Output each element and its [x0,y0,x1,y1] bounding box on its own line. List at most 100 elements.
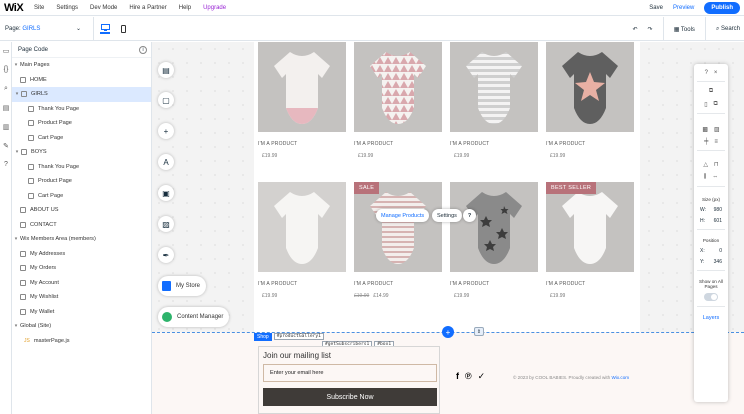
product-image[interactable]: BEST SELLER [546,182,634,272]
product-image[interactable] [450,42,538,132]
page-item-home[interactable]: HOME [12,73,151,88]
product-image[interactable] [450,182,538,272]
member-page-wallet[interactable]: My Wallet [12,305,151,320]
height-field[interactable]: H: 601 [694,218,728,224]
page-item-thank-you[interactable]: Thank You Page [12,102,151,117]
menu-site[interactable]: Site [34,5,44,11]
page-item-cart[interactable]: Cart Page [12,189,151,204]
drag-handle[interactable]: ⇕ [474,327,484,336]
page-item-thank-you[interactable]: Thank You Page [12,160,151,175]
product-image[interactable] [354,42,442,132]
main-pages-section[interactable]: ▾ Main Pages [12,58,151,73]
pinterest-icon[interactable]: ℗ [465,371,472,382]
pages-icon[interactable]: ▤ [158,62,174,78]
settings-button[interactable]: Settings [432,209,462,222]
height-value[interactable]: 601 [714,218,722,224]
files-icon[interactable]: ▥ [0,123,12,137]
file-master-page[interactable]: JS masterPage.js [12,334,151,349]
preview-button[interactable]: Preview [673,5,694,11]
mobile-icon[interactable] [118,24,128,34]
product-image[interactable] [258,182,346,272]
page-item-about[interactable]: ABOUT US [12,203,151,218]
product-image[interactable] [546,42,634,132]
page-icon[interactable]: ▭ [0,47,12,61]
blog-icon[interactable]: ✒ [158,247,174,263]
menu-upgrade[interactable]: Upgrade [203,5,226,11]
member-page-wishlist[interactable]: My Wishlist [12,290,151,305]
page-item-boys[interactable]: ▾ BOYS [12,145,151,160]
product-image[interactable] [258,42,346,132]
page-item-contact[interactable]: CONTACT [12,218,151,233]
match-width-icon[interactable]: △ [703,161,708,168]
editor-canvas[interactable]: I'M A PRODUCT £19.99 I'M A PRODUCT £19.9… [152,42,744,414]
duplicate-icon[interactable]: ⧉ [714,101,718,108]
save-button[interactable]: Save [649,5,663,11]
members-section[interactable]: ▾ Wix Members Area (members) [12,232,151,247]
undo-icon[interactable]: ↶ [633,26,638,33]
member-page-orders[interactable]: My Orders [12,261,151,276]
member-page-addresses[interactable]: My Addresses [12,247,151,262]
distribute-icon[interactable]: ≡ [714,139,718,145]
help-icon[interactable]: ? [0,161,12,175]
product-card[interactable]: I'M A PRODUCT £19.99 [450,42,538,159]
page-item-cart[interactable]: Cart Page [12,131,151,146]
shop-tag[interactable]: Shop [254,332,272,341]
search-icon[interactable]: ⌕ [0,85,12,99]
wix-logo[interactable]: WiX [4,2,28,14]
product-card[interactable]: BEST SELLER I'M A PRODUCT £19.99 [546,182,634,299]
code-icon[interactable]: {} [0,66,12,80]
tools-button[interactable]: ▦ Tools [674,26,695,33]
page-selector[interactable]: Page: GIRLS ⌄ [5,25,81,33]
desktop-icon[interactable] [100,24,110,34]
tools-icon[interactable]: ✎ [0,142,12,156]
show-all-pages-toggle[interactable] [704,293,718,301]
product-image[interactable]: SALE [354,182,442,272]
publish-button[interactable]: Publish [704,2,740,14]
width-value[interactable]: 980 [714,207,722,213]
menu-settings[interactable]: Settings [56,5,78,11]
space-horizontal-icon[interactable]: ⫼ [704,174,707,181]
help-icon[interactable]: ? [705,70,708,76]
app-market-icon[interactable]: ▣ [158,185,174,201]
layers-button[interactable]: Layers [694,315,728,321]
site-footer[interactable] [152,332,744,414]
add-section-button[interactable]: + [442,326,454,338]
search-button[interactable]: ⌕ Search [716,26,740,33]
my-store-button[interactable]: My Store [158,276,207,296]
menu-dev-mode[interactable]: Dev Mode [90,5,117,11]
menu-hire-partner[interactable]: Hire a Partner [129,5,166,11]
theme-icon[interactable]: A [158,154,174,170]
copy-icon[interactable]: ⧉ [709,88,713,95]
menu-help[interactable]: Help [179,5,191,11]
product-card[interactable]: I'M A PRODUCT £19.99 [450,182,538,299]
wix-link[interactable]: Wix.com [611,375,629,380]
manage-products-button[interactable]: Manage Products [376,209,430,222]
add-icon[interactable]: + [158,123,174,139]
page-item-girls[interactable]: ▾ GIRLS [12,87,151,102]
y-field[interactable]: Y: 346 [694,259,728,265]
x-value[interactable]: 0 [719,248,722,254]
content-manager-button[interactable]: Content Manager [158,307,230,327]
page-item-product[interactable]: Product Page [12,174,151,189]
product-card[interactable]: I'M A PRODUCT £19.99 [258,182,346,299]
product-card[interactable]: SALE I'M A PRODUCT £19.99 £14.99 [354,182,442,299]
close-icon[interactable]: × [714,70,718,76]
y-value[interactable]: 346 [714,259,722,265]
info-icon[interactable]: i [139,45,147,54]
product-card[interactable]: I'M A PRODUCT £19.99 [258,42,346,159]
space-vertical-icon[interactable]: ⇔ [712,174,718,181]
redo-icon[interactable]: ↷ [648,26,653,33]
subscribe-button[interactable]: Subscribe Now [263,388,437,406]
x-field[interactable]: X: 0 [694,248,728,254]
help-button[interactable]: ? [463,209,476,222]
product-card[interactable]: I'M A PRODUCT £19.99 [354,42,442,159]
global-section[interactable]: ▾ Global (Site) [12,319,151,334]
email-input[interactable]: Enter your email here [263,364,437,382]
background-icon[interactable]: ▢ [158,92,174,108]
twitter-icon[interactable]: ✓ [478,371,486,382]
match-height-icon[interactable]: ⊓ [714,161,719,168]
page-item-product[interactable]: Product Page [12,116,151,131]
media-icon[interactable]: ▨ [158,216,174,232]
paste-icon[interactable]: ▯ [704,101,707,108]
facebook-icon[interactable]: f [456,371,459,382]
